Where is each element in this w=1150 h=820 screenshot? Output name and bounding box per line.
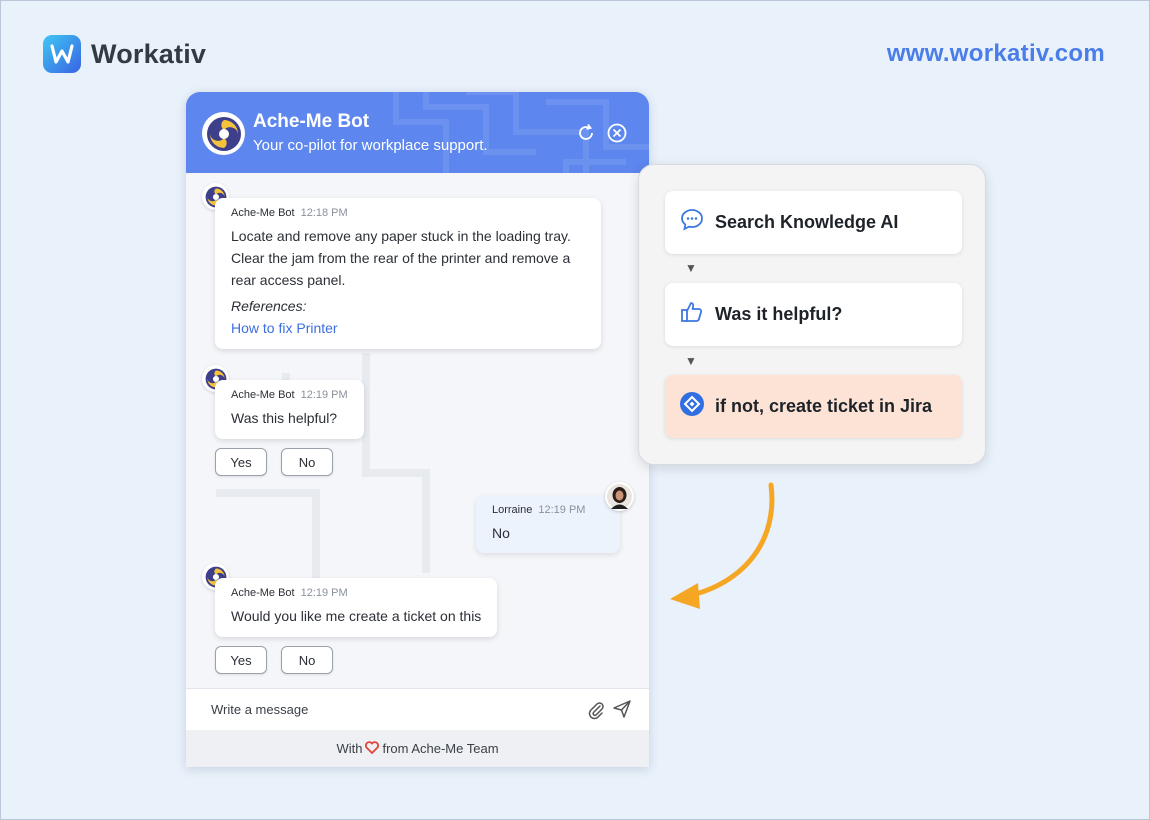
paperclip-icon[interactable] [586,700,606,725]
close-icon[interactable] [606,122,628,144]
bot-message: Ache-Me Bot 12:19 PM Was this helpful? [215,380,364,439]
flow-step-label: Search Knowledge AI [715,212,899,232]
no-button[interactable]: No [281,448,333,476]
message-text: Would you like me create a ticket on thi… [231,608,482,624]
send-icon[interactable] [612,699,632,724]
refresh-icon[interactable] [575,122,597,144]
message-input-bar[interactable]: Write a message [186,688,649,730]
sender-name: Lorraine [492,504,533,516]
yes-button[interactable]: Yes [215,646,267,674]
bot-subtitle: Your co-pilot for workplace support. [253,137,488,154]
reference-link[interactable]: How to fix Printer [231,317,585,339]
flow-step-label: if not, create ticket in Jira [715,396,933,416]
message-meta: Ache-Me Bot 12:18 PM [231,207,585,219]
bot-avatar [202,112,245,155]
message-time: 12:18 PM [300,207,348,219]
chat-bubble-icon [679,207,705,238]
message-input[interactable]: Write a message [211,702,308,717]
no-button[interactable]: No [281,646,333,674]
message-text: No [492,525,510,541]
user-avatar [605,482,634,511]
sender-name: Ache-Me Bot [231,207,295,219]
message-time: 12:19 PM [300,587,348,599]
flow-step-search: Search Knowledge AI [665,191,962,254]
message-meta: Ache-Me Bot 12:19 PM [231,587,481,599]
message-text: Locate and remove any paper stuck in the… [231,228,571,288]
bot-message: Ache-Me Bot 12:19 PM Would you like me cr… [215,578,498,637]
flow-connector: ▼ [685,354,697,368]
chat-footer: With from Ache-Me Team [186,730,649,767]
workativ-logo-icon [43,35,81,73]
chat-widget: Ache-Me Bot Your co-pilot for workplace … [186,92,649,767]
site-url[interactable]: www.workativ.com [887,40,1105,68]
yes-button[interactable]: Yes [215,448,267,476]
chat-header: Ache-Me Bot Your co-pilot for workplace … [186,92,649,173]
footer-prefix: With [336,741,363,756]
flow-step-label: Was it helpful? [715,304,843,324]
footer-suffix: from Ache-Me Team [382,741,499,756]
user-message: Lorraine 12:19 PM No [476,495,620,553]
heart-icon [365,740,380,757]
sender-name: Ache-Me Bot [231,587,295,599]
bot-message: Ache-Me Bot 12:18 PM Locate and remove an… [215,198,601,349]
bot-title: Ache-Me Bot [253,111,370,132]
sender-name: Ache-Me Bot [231,389,295,401]
message-meta: Ache-Me Bot 12:19 PM [231,389,348,401]
curved-arrow-icon [670,482,775,609]
message-time: 12:19 PM [300,389,348,401]
workflow-panel: Search Knowledge AI ▼ Was it helpful? ▼ … [638,164,986,465]
message-meta: Lorraine 12:19 PM [492,504,604,516]
flow-connector: ▼ [685,261,697,275]
message-text: Was this helpful? [231,410,338,426]
message-time: 12:19 PM [538,504,586,516]
flow-step-jira: if not, create ticket in Jira [665,375,962,438]
thumbs-up-icon [679,299,705,330]
brand: Workativ [43,35,206,73]
message-list[interactable]: Ache-Me Bot 12:18 PM Locate and remove an… [186,173,649,688]
references-label: References: [231,298,307,314]
flow-step-helpful: Was it helpful? [665,283,962,346]
jira-icon [679,391,705,422]
brand-name: Workativ [91,38,207,69]
